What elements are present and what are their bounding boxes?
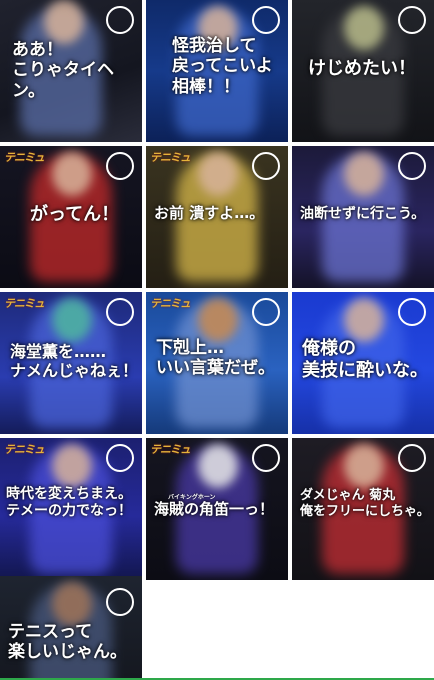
select-circle-icon[interactable] — [106, 152, 134, 180]
sticker-caption: お前 潰すよ…。 — [154, 204, 265, 222]
sticker-caption: けじめたい！ — [308, 58, 416, 79]
select-circle-icon[interactable] — [252, 298, 280, 326]
tile-head — [52, 582, 92, 626]
sticker-grid: ああ！ こりゃタイヘン。 怪我治して 戻ってこいよ 相棒！！ けじめたい！ テニ… — [0, 0, 434, 680]
tile-head — [198, 298, 238, 342]
sticker-caption: ああ！ こりゃタイヘン。 — [12, 40, 114, 101]
sticker-caption: 海堂薫を…… ナメんじゃねぇ！ — [10, 342, 139, 381]
sticker-tile[interactable]: テニミュ 海堂薫を…… ナメんじゃねぇ！ — [0, 292, 142, 434]
sticker-caption: テニスって 楽しいじゃん。 — [8, 622, 127, 663]
select-circle-icon[interactable] — [106, 588, 134, 616]
select-circle-icon[interactable] — [398, 298, 426, 326]
sticker-caption: ダメじゃん 菊丸 俺をフリーにしちゃ。 — [300, 488, 430, 519]
tenimyu-logo: テニミュ — [150, 297, 191, 310]
tile-head — [44, 0, 84, 44]
tile-head — [344, 298, 384, 342]
sticker-caption: 俺様の 美技に酔いな。 — [302, 338, 428, 381]
sticker-caption: 時代を変えちまえ。 テメーの力でなっ！ — [6, 486, 132, 519]
select-circle-icon[interactable] — [398, 444, 426, 472]
sticker-caption: がってん！ — [30, 204, 120, 225]
tenimyu-logo: テニミュ — [4, 297, 45, 310]
tile-head — [344, 152, 384, 196]
sticker-caption: 海賊の角笛一っ！ — [154, 500, 275, 518]
tenimyu-logo: テニミュ — [150, 443, 191, 456]
sticker-caption: 下剋上… いい言葉だぜ。 — [156, 338, 275, 379]
sticker-tile[interactable]: テニミュ バイキングホーン 海賊の角笛一っ！ — [146, 438, 288, 580]
sticker-tile[interactable]: テニミュ お前 潰すよ…。 — [146, 146, 288, 288]
tenimyu-logo: テニミュ — [150, 151, 191, 164]
sticker-tile[interactable]: けじめたい！ — [292, 0, 434, 142]
select-circle-icon[interactable] — [106, 298, 134, 326]
select-circle-icon[interactable] — [252, 152, 280, 180]
sticker-tile[interactable]: テニミュ がってん！ — [0, 146, 142, 288]
sticker-caption: 怪我治して 戻ってこいよ 相棒！！ — [172, 36, 273, 97]
sticker-tile[interactable]: 油断せずに行こう。 — [292, 146, 434, 288]
tile-head — [198, 152, 238, 196]
select-circle-icon[interactable] — [398, 6, 426, 34]
tile-head — [52, 152, 92, 196]
sticker-tile[interactable]: テニミュ 下剋上… いい言葉だぜ。 — [146, 292, 288, 434]
select-circle-icon[interactable] — [252, 6, 280, 34]
sticker-tile[interactable]: ああ！ こりゃタイヘン。 — [0, 0, 142, 142]
select-circle-icon[interactable] — [252, 444, 280, 472]
sticker-caption: 油断せずに行こう。 — [300, 206, 426, 222]
select-circle-icon[interactable] — [106, 444, 134, 472]
tile-head — [344, 6, 384, 50]
sticker-tile[interactable]: テニミュ 時代を変えちまえ。 テメーの力でなっ！ — [0, 438, 142, 580]
tile-head — [52, 444, 92, 488]
sticker-tile[interactable]: テニスって 楽しいじゃん。 — [0, 576, 142, 678]
tile-head — [52, 298, 92, 342]
sticker-tile[interactable]: ダメじゃん 菊丸 俺をフリーにしちゃ。 — [292, 438, 434, 580]
tile-head — [344, 444, 384, 488]
sticker-tile[interactable]: 怪我治して 戻ってこいよ 相棒！！ — [146, 0, 288, 142]
tenimyu-logo: テニミュ — [4, 443, 45, 456]
select-circle-icon[interactable] — [398, 152, 426, 180]
tenimyu-logo: テニミュ — [4, 151, 45, 164]
sticker-tile[interactable]: 俺様の 美技に酔いな。 — [292, 292, 434, 434]
tile-head — [198, 444, 238, 488]
select-circle-icon[interactable] — [106, 6, 134, 34]
